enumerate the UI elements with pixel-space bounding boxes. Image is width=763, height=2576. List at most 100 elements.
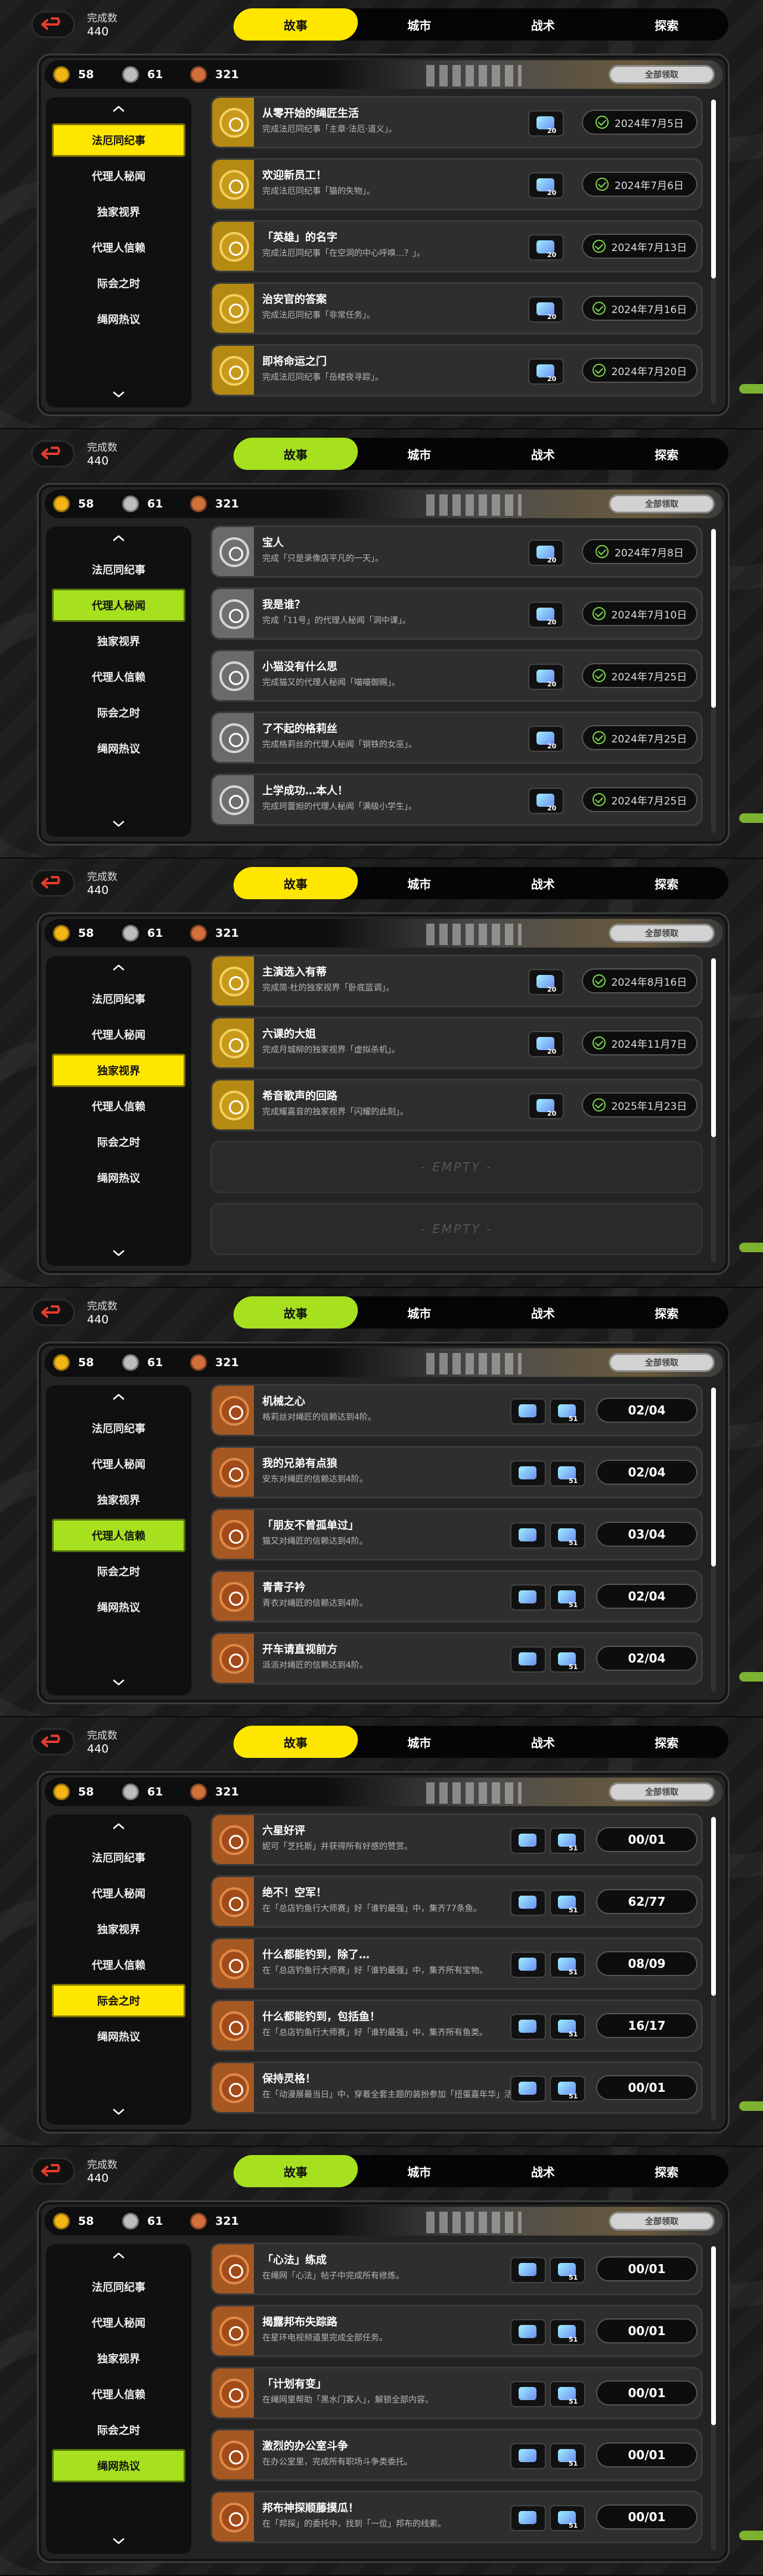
sidebar-item-phaethon[interactable]: 法厄同纪事 (52, 123, 185, 157)
sidebar-item-exclusive-view[interactable]: 独家视界 (52, 195, 185, 228)
sidebar-item-inter-knot[interactable]: 绳网热议 (52, 1590, 185, 1624)
sidebar-scroll-up[interactable] (46, 2247, 191, 2263)
sidebar-scroll-down[interactable] (46, 387, 191, 402)
achievement-card[interactable]: 我是谁？ 完成「11号」的代理人秘闻「洞中课」。 20 2024年7月10日 (210, 587, 703, 640)
achievement-card[interactable]: 揭露邦布失踪路 在星环电视频道里完成全部任务。 51 00/01 (210, 2305, 703, 2357)
tab-city[interactable]: 城市 (358, 1726, 482, 1758)
sidebar-item-encounter[interactable]: 际会之时 (52, 2413, 185, 2447)
sidebar-scroll-up[interactable] (46, 530, 191, 546)
tab-explore[interactable]: 探索 (605, 2155, 729, 2187)
achievement-card[interactable]: 邦布神探顺藤摸瓜！ 在「邦探」的委托中，找到「一位」邦布的线索。 51 00/01 (210, 2491, 703, 2543)
achievement-card[interactable]: 「心法」练成 在绳网「心法」帖子中完成所有修炼。 51 00/01 (210, 2243, 703, 2295)
sidebar-scroll-up[interactable] (46, 101, 191, 116)
back-button[interactable] (31, 869, 75, 897)
claim-all-button[interactable]: 全部领取 (609, 1782, 715, 1801)
sidebar-item-inter-knot[interactable]: 绳网热议 (52, 732, 185, 765)
sidebar-item-agent-trust[interactable]: 代理人信赖 (52, 1948, 185, 1981)
list-scrollbar[interactable] (711, 2246, 716, 2550)
sidebar-item-agent-stories[interactable]: 代理人秘闻 (52, 1877, 185, 1910)
sidebar-item-phaethon[interactable]: 法厄同纪事 (52, 2270, 185, 2303)
achievement-card[interactable]: 什么都能钓到，除了… 在「总店钓鱼行大师赛」好「谁钓最强」中，集齐所有宝物。 51 0… (210, 1937, 703, 1990)
sidebar-item-agent-stories[interactable]: 代理人秘闻 (52, 1018, 185, 1051)
sidebar-item-encounter[interactable]: 际会之时 (52, 1984, 185, 2017)
achievement-card[interactable]: 六课的大姐 完成月城柳的独家视界「虚拟杀机」。 20 2024年11月7日 (210, 1017, 703, 1069)
achievement-card[interactable]: 六星好评 妮可「芝托斯」并获得所有好感的赞赏。 51 00/01 (210, 1813, 703, 1866)
sidebar-item-agent-trust[interactable]: 代理人信赖 (52, 2377, 185, 2411)
tab-tactics[interactable]: 战术 (481, 8, 605, 41)
list-scrollbar[interactable] (711, 1388, 716, 1692)
sidebar-item-agent-trust[interactable]: 代理人信赖 (52, 660, 185, 693)
tab-explore[interactable]: 探索 (605, 1726, 729, 1758)
tab-story[interactable]: 故事 (231, 2155, 360, 2187)
tab-story[interactable]: 故事 (231, 867, 360, 899)
tab-explore[interactable]: 探索 (605, 8, 729, 41)
achievement-card[interactable]: 绝不！空军！ 在「总店钓鱼行大师赛」好「谁钓最强」中，集齐77条鱼。 51 62/77 (210, 1875, 703, 1928)
claim-all-button[interactable]: 全部领取 (609, 494, 715, 513)
achievement-card[interactable]: 欢迎新员工！ 完成法厄同纪事「猫的失物」。 20 2024年7月6日 (210, 158, 703, 210)
back-button[interactable] (31, 1299, 75, 1326)
sidebar-item-exclusive-view[interactable]: 独家视界 (52, 2342, 185, 2375)
achievement-card[interactable]: 青青子衿 青衣对绳匠的信赖达到4阶。 51 02/04 (210, 1570, 703, 1623)
scrollbar-thumb[interactable] (711, 1388, 716, 1566)
achievement-card[interactable]: 了不起的格莉丝 完成格莉丝的代理人秘闻「钢铁的女巫」。 20 2024年7月25日 (210, 711, 703, 764)
scrollbar-thumb[interactable] (711, 2246, 716, 2425)
sidebar-item-encounter[interactable]: 际会之时 (52, 696, 185, 729)
tab-story[interactable]: 故事 (231, 438, 360, 470)
sidebar-item-inter-knot[interactable]: 绳网热议 (52, 2449, 185, 2482)
sidebar-item-phaethon[interactable]: 法厄同纪事 (52, 1411, 185, 1445)
sidebar-scroll-up[interactable] (46, 959, 191, 975)
tab-tactics[interactable]: 战术 (481, 1726, 605, 1758)
achievement-card[interactable]: 我的兄弟有点狼 安东对绳匠的信赖达到4阶。 51 02/04 (210, 1446, 703, 1498)
achievement-card[interactable]: 治安官的答案 完成法厄同纪事「非常任务」。 20 2024年7月16日 (210, 282, 703, 335)
tab-story[interactable]: 故事 (231, 1726, 360, 1758)
tab-tactics[interactable]: 战术 (481, 867, 605, 899)
tab-story[interactable]: 故事 (231, 1296, 360, 1329)
sidebar-item-agent-trust[interactable]: 代理人信赖 (52, 1089, 185, 1123)
claim-all-button[interactable]: 全部领取 (609, 65, 715, 84)
list-scrollbar[interactable] (711, 1817, 716, 2121)
sidebar-item-exclusive-view[interactable]: 独家视界 (52, 1483, 185, 1516)
achievement-card[interactable]: 从零开始的绳匠生活 完成法厄同纪事「主章·法厄·道义」。 20 2024年7月5日 (210, 96, 703, 148)
achievement-card[interactable]: 小猫没有什么思 完成猫又的代理人秘闻「喵喵御赐」。 20 2024年7月25日 (210, 649, 703, 702)
list-scrollbar[interactable] (711, 100, 716, 404)
sidebar-scroll-up[interactable] (46, 1389, 191, 1404)
sidebar-item-exclusive-view[interactable]: 独家视界 (52, 624, 185, 658)
scrollbar-thumb[interactable] (711, 958, 716, 1137)
sidebar-item-encounter[interactable]: 际会之时 (52, 267, 185, 300)
achievement-card[interactable]: 机械之心 格莉丝对绳匠的信赖达到4阶。 51 02/04 (210, 1384, 703, 1436)
achievement-card[interactable]: 开车请直视前方 派派对绳匠的信赖达到4阶。 51 02/04 (210, 1632, 703, 1685)
claim-all-button[interactable]: 全部领取 (609, 2212, 715, 2231)
sidebar-item-exclusive-view[interactable]: 独家视界 (52, 1912, 185, 1946)
achievement-card[interactable]: 希音歌声的回路 完成耀嘉音的独家视界「闪耀的此刻」。 20 2025年1月23日 (210, 1079, 703, 1131)
back-button[interactable] (31, 11, 75, 38)
sidebar-item-phaethon[interactable]: 法厄同纪事 (52, 1841, 185, 1874)
back-button[interactable] (31, 2157, 75, 2185)
sidebar-item-agent-trust[interactable]: 代理人信赖 (52, 231, 185, 264)
sidebar-scroll-down[interactable] (46, 2534, 191, 2549)
sidebar-item-exclusive-view[interactable]: 独家视界 (52, 1054, 185, 1087)
back-button[interactable] (31, 440, 75, 467)
achievement-card[interactable]: 「英雄」的名字 完成法厄同纪事「在空洞的中心呼唤…？」。 20 2024年7月13日 (210, 220, 703, 273)
tab-tactics[interactable]: 战术 (481, 1296, 605, 1329)
scrollbar-thumb[interactable] (711, 1817, 716, 1996)
sidebar-item-encounter[interactable]: 际会之时 (52, 1125, 185, 1159)
list-scrollbar[interactable] (711, 529, 716, 833)
sidebar-scroll-down[interactable] (46, 1246, 191, 1261)
claim-all-button[interactable]: 全部领取 (609, 1353, 715, 1372)
sidebar-scroll-up[interactable] (46, 1818, 191, 1834)
scrollbar-thumb[interactable] (711, 100, 716, 278)
sidebar-item-agent-trust[interactable]: 代理人信赖 (52, 1519, 185, 1552)
sidebar-item-phaethon[interactable]: 法厄同纪事 (52, 553, 185, 586)
sidebar-item-agent-stories[interactable]: 代理人秘闻 (52, 1447, 185, 1481)
back-button[interactable] (31, 1728, 75, 1755)
tab-city[interactable]: 城市 (358, 1296, 482, 1329)
sidebar-item-phaethon[interactable]: 法厄同纪事 (52, 982, 185, 1015)
sidebar-item-agent-stories[interactable]: 代理人秘闻 (52, 159, 185, 193)
achievement-card[interactable]: 宝人 完成「只是录像店平凡的一天」。 20 2024年7月8日 (210, 525, 703, 578)
sidebar-scroll-down[interactable] (46, 2104, 191, 2120)
tab-city[interactable]: 城市 (358, 438, 482, 470)
achievement-card[interactable]: 保持灵格！ 在「动漫展最当日」中，穿着全套主题的装扮参加「扭蛋嘉年华」活动。 51 0… (210, 2061, 703, 2114)
tab-explore[interactable]: 探索 (605, 867, 729, 899)
sidebar-scroll-down[interactable] (46, 816, 191, 832)
sidebar-scroll-down[interactable] (46, 1675, 191, 1690)
